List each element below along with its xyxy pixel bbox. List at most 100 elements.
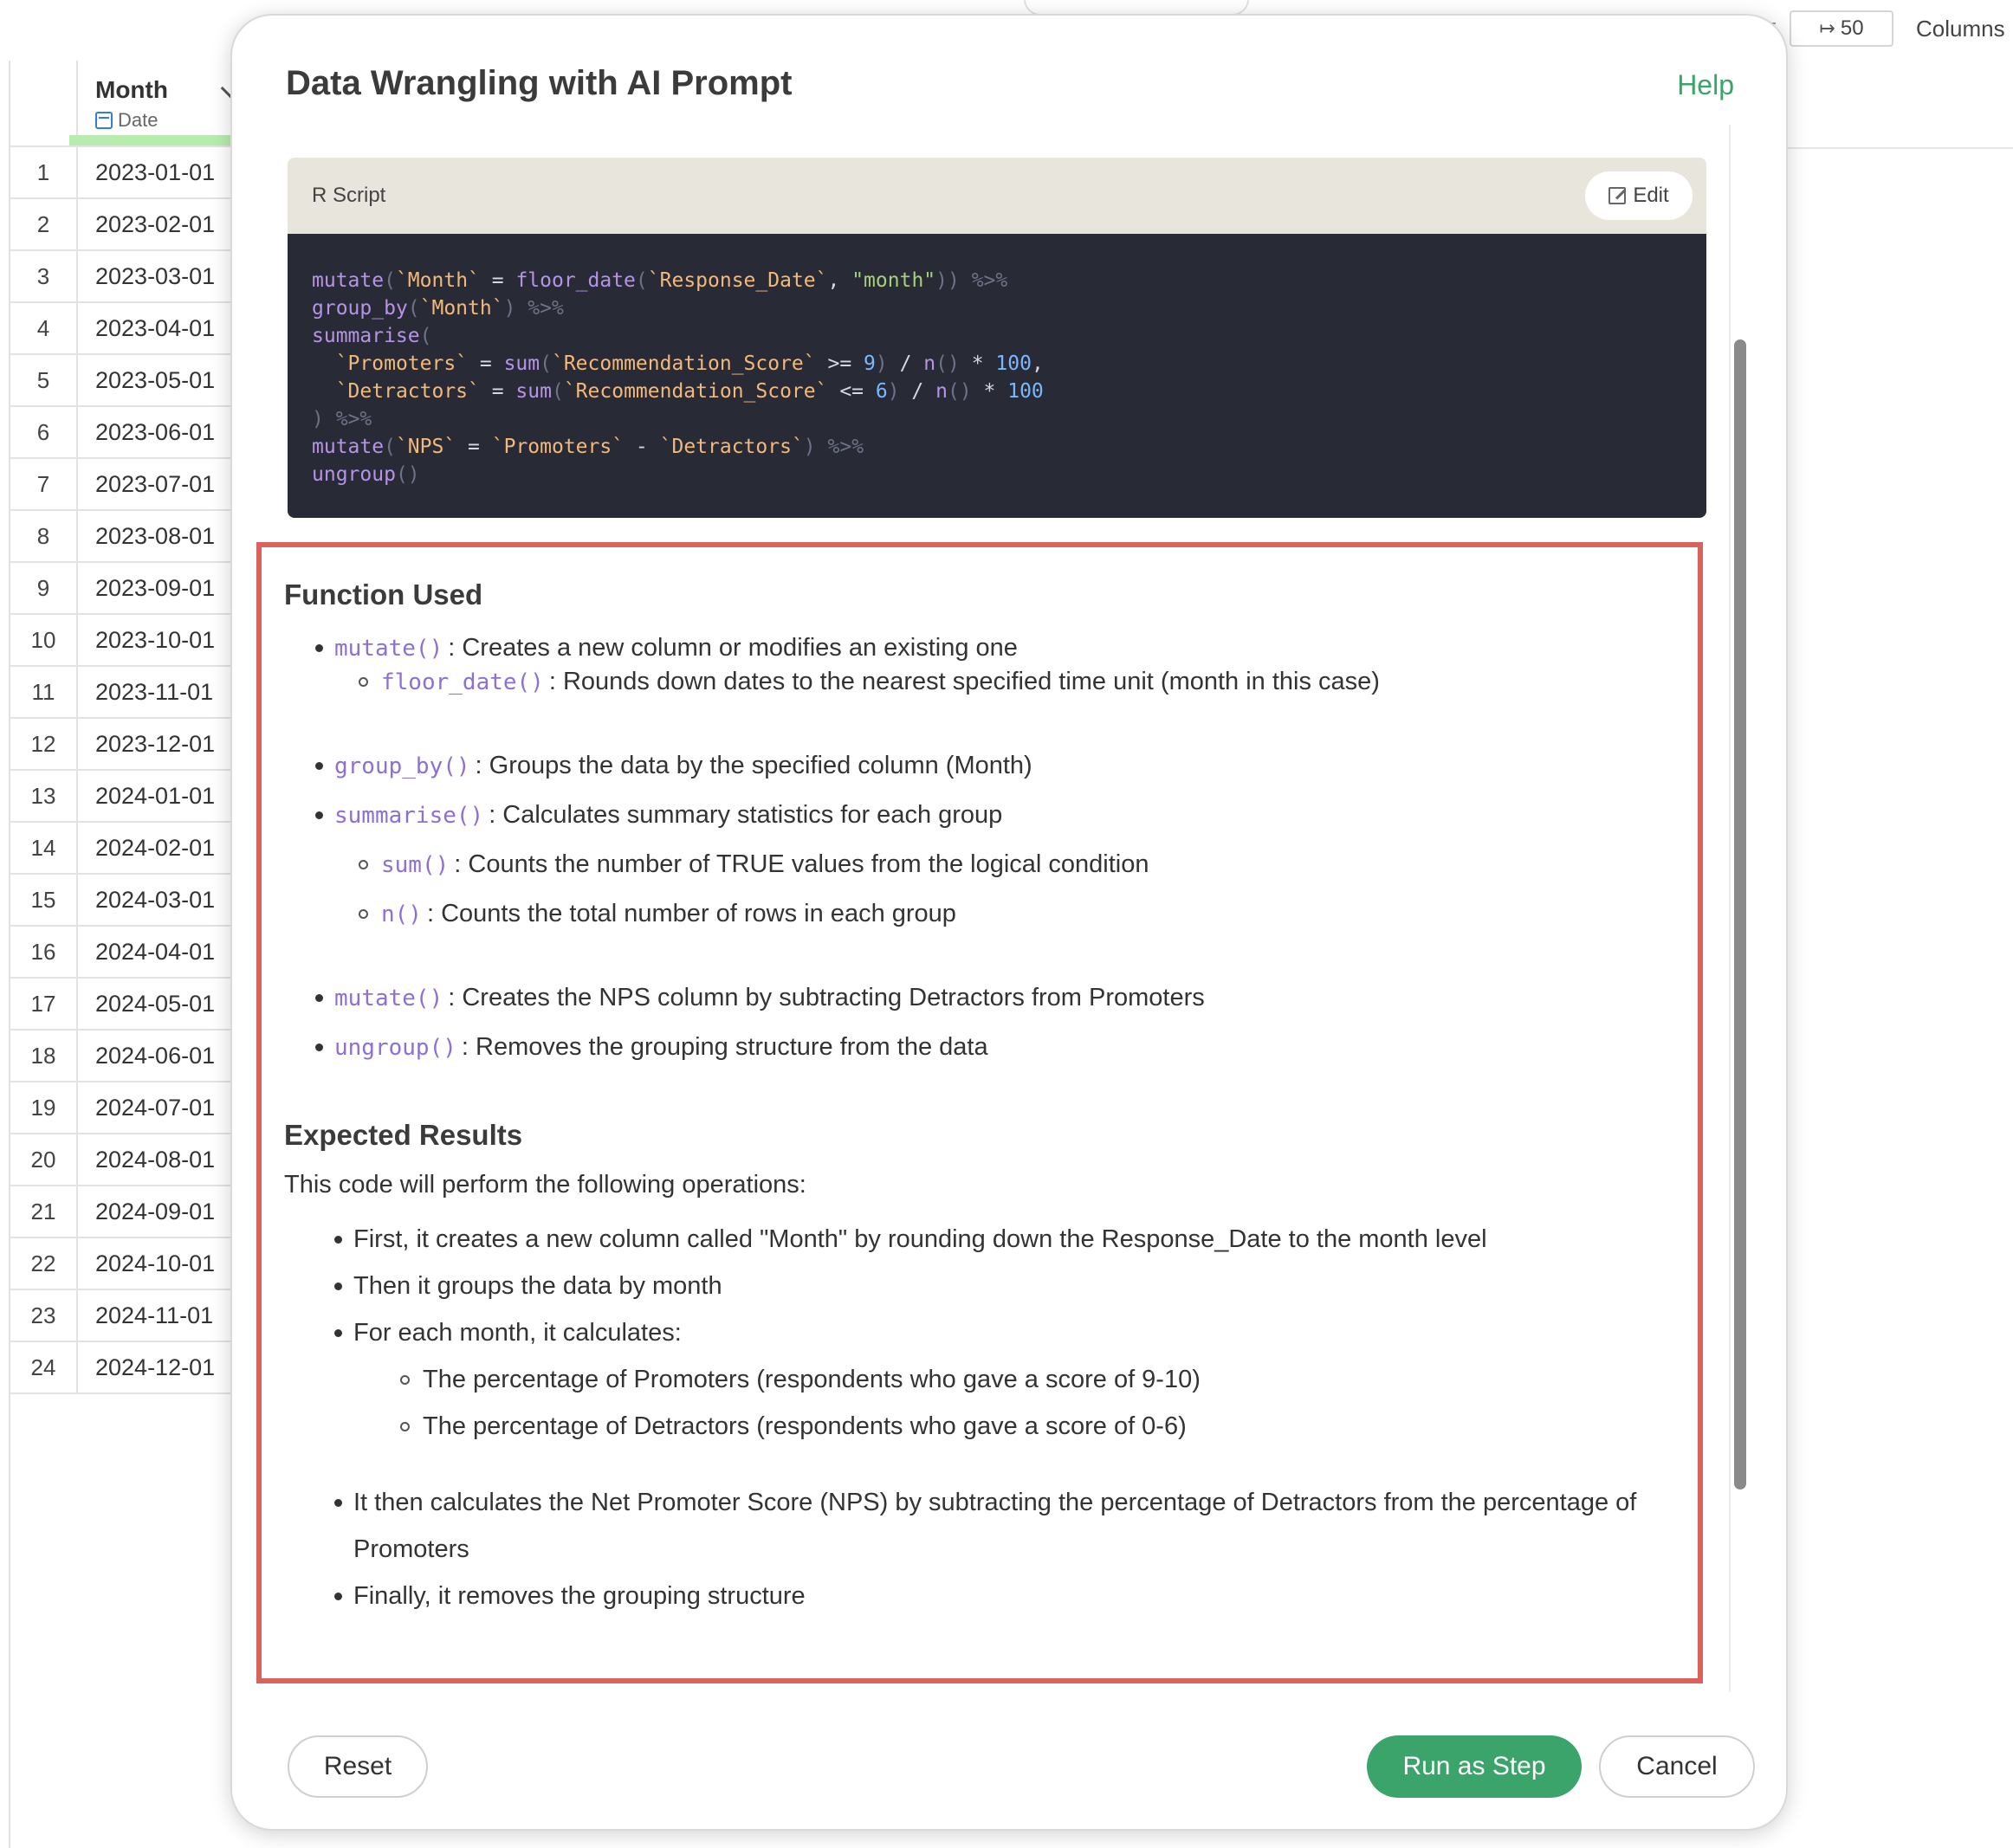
table-row[interactable]: 2 2023-02-01 (10, 199, 243, 251)
code-token: `Detractors` (335, 380, 480, 403)
result-subitem: The percentage of Detractors (respondent… (284, 1409, 1698, 1444)
column-header-month[interactable]: Month Date (78, 61, 243, 145)
table-row[interactable]: 10 2023-10-01 (10, 615, 243, 667)
month-cell[interactable]: 2024-04-01 (78, 939, 215, 966)
function-name: n() (381, 901, 422, 927)
month-cell[interactable]: 2023-01-01 (78, 159, 215, 186)
table-row[interactable]: 13 2024-01-01 (10, 771, 243, 823)
month-cell[interactable]: 2024-10-01 (78, 1250, 215, 1277)
rows-limit-input[interactable]: ↦ 50 (1790, 10, 1893, 47)
row-index: 23 (10, 1290, 78, 1341)
table-row[interactable]: 14 2024-02-01 (10, 823, 243, 875)
code-token: = (456, 436, 492, 458)
table-row[interactable]: 8 2023-08-01 (10, 511, 243, 563)
table-row[interactable]: 1 2023-01-01 (10, 147, 243, 199)
table-row[interactable]: 15 2024-03-01 (10, 875, 243, 927)
table-row[interactable]: 6 2023-06-01 (10, 407, 243, 459)
function-name: sum() (381, 852, 450, 878)
edit-button[interactable]: Edit (1585, 171, 1693, 220)
table-row[interactable]: 9 2023-09-01 (10, 563, 243, 615)
month-cell[interactable]: 2024-01-01 (78, 783, 215, 810)
code-line: mutate(`NPS` = `Promoters` - `Detractors… (312, 433, 1682, 461)
column-type: Date (95, 109, 243, 132)
month-cell[interactable]: 2024-03-01 (78, 887, 215, 914)
function-name: ungroup() (334, 1035, 456, 1061)
cancel-button[interactable]: Cancel (1599, 1735, 1755, 1798)
reset-button[interactable]: Reset (288, 1735, 428, 1798)
table-row[interactable]: 24 2024-12-01 (10, 1342, 243, 1394)
month-cell[interactable]: 2024-06-01 (78, 1043, 215, 1069)
table-row[interactable]: 16 2024-04-01 (10, 927, 243, 979)
table-row[interactable]: 3 2023-03-01 (10, 251, 243, 303)
code-token: , (1031, 352, 1044, 375)
table-row[interactable]: 17 2024-05-01 (10, 979, 243, 1031)
code-token: `Detractors` (659, 436, 804, 458)
table-row[interactable]: 12 2023-12-01 (10, 719, 243, 771)
month-cell[interactable]: 2023-10-01 (78, 627, 215, 654)
code-token: ungroup (312, 463, 396, 486)
month-cell[interactable]: 2023-11-01 (78, 679, 213, 706)
table-row[interactable]: 4 2023-04-01 (10, 303, 243, 355)
sub-bullet (359, 860, 368, 869)
table-row[interactable]: 7 2023-07-01 (10, 459, 243, 511)
code-token: ( (407, 297, 420, 320)
month-cell[interactable]: 2023-09-01 (78, 575, 215, 602)
code-token: `Month` (395, 269, 480, 292)
code-line: mutate(`Month` = floor_date(`Response_Da… (312, 267, 1682, 294)
month-cell[interactable]: 2023-02-01 (78, 211, 215, 238)
help-link[interactable]: Help (1677, 69, 1734, 101)
month-cell[interactable]: 2023-06-01 (78, 419, 215, 446)
month-cell[interactable]: 2024-12-01 (78, 1354, 215, 1381)
ai-prompt-dialog: Data Wrangling with AI Prompt Help R Scr… (230, 14, 1788, 1831)
result-text: Promoters (353, 1535, 469, 1563)
result-text: First, it creates a new column called "M… (353, 1225, 1487, 1253)
function-description: : Groups the data by the specified colum… (475, 752, 1032, 779)
r-script-code[interactable]: mutate(`Month` = floor_date(`Response_Da… (288, 234, 1706, 518)
run-as-step-button[interactable]: Run as Step (1367, 1735, 1582, 1798)
month-cell[interactable]: 2023-03-01 (78, 263, 215, 290)
table-row[interactable]: 18 2024-06-01 (10, 1031, 243, 1082)
rows-limit-value: 50 (1840, 16, 1864, 40)
month-cell[interactable]: 2024-11-01 (78, 1302, 213, 1329)
columns-button[interactable]: Columns (1916, 16, 2005, 42)
month-cell[interactable]: 2023-07-01 (78, 471, 215, 498)
table-row[interactable]: 23 2024-11-01 (10, 1290, 243, 1342)
table-row[interactable]: 5 2023-05-01 (10, 355, 243, 407)
expected-results-heading: Expected Results (284, 1119, 523, 1151)
month-cell[interactable]: 2024-07-01 (78, 1095, 215, 1121)
row-index: 19 (10, 1082, 78, 1133)
month-cell[interactable]: 2023-04-01 (78, 315, 215, 342)
code-token: n (935, 380, 948, 403)
function-name: summarise() (334, 803, 484, 829)
month-cell[interactable]: 2024-09-01 (78, 1199, 215, 1225)
table-row[interactable]: 20 2024-08-01 (10, 1134, 243, 1186)
code-token: ( (540, 352, 552, 375)
month-cell[interactable]: 2024-08-01 (78, 1147, 215, 1173)
bullet (315, 994, 323, 1002)
table-row[interactable]: 11 2023-11-01 (10, 667, 243, 719)
month-cell[interactable]: 2024-02-01 (78, 835, 215, 862)
table-row[interactable]: 22 2024-10-01 (10, 1238, 243, 1290)
dialog-scrollbar-thumb[interactable] (1734, 339, 1746, 1489)
code-token: n (923, 352, 936, 375)
month-cell[interactable]: 2024-05-01 (78, 991, 215, 1018)
table-row[interactable]: 19 2024-07-01 (10, 1082, 243, 1134)
month-cell[interactable]: 2023-12-01 (78, 731, 215, 758)
code-token: `NPS` (395, 436, 456, 458)
result-text: Finally, it removes the grouping structu… (353, 1582, 806, 1610)
month-cell[interactable]: 2023-08-01 (78, 523, 215, 550)
function-item: summarise(): Calculates summary statisti… (284, 798, 1698, 833)
row-index: 24 (10, 1342, 78, 1392)
bullet (315, 1044, 323, 1051)
row-index: 17 (10, 979, 78, 1029)
code-token: sum (503, 352, 540, 375)
code-token: = (479, 380, 516, 403)
function-name: mutate() (334, 985, 443, 1011)
code-token: ) (887, 380, 900, 403)
table-row[interactable]: 21 2024-09-01 (10, 1186, 243, 1238)
code-token: / (887, 352, 924, 375)
edit-button-label: Edit (1633, 184, 1669, 207)
sub-bullet (400, 1422, 410, 1431)
month-cell[interactable]: 2023-05-01 (78, 367, 215, 394)
code-token: `Response_Date` (647, 269, 828, 292)
